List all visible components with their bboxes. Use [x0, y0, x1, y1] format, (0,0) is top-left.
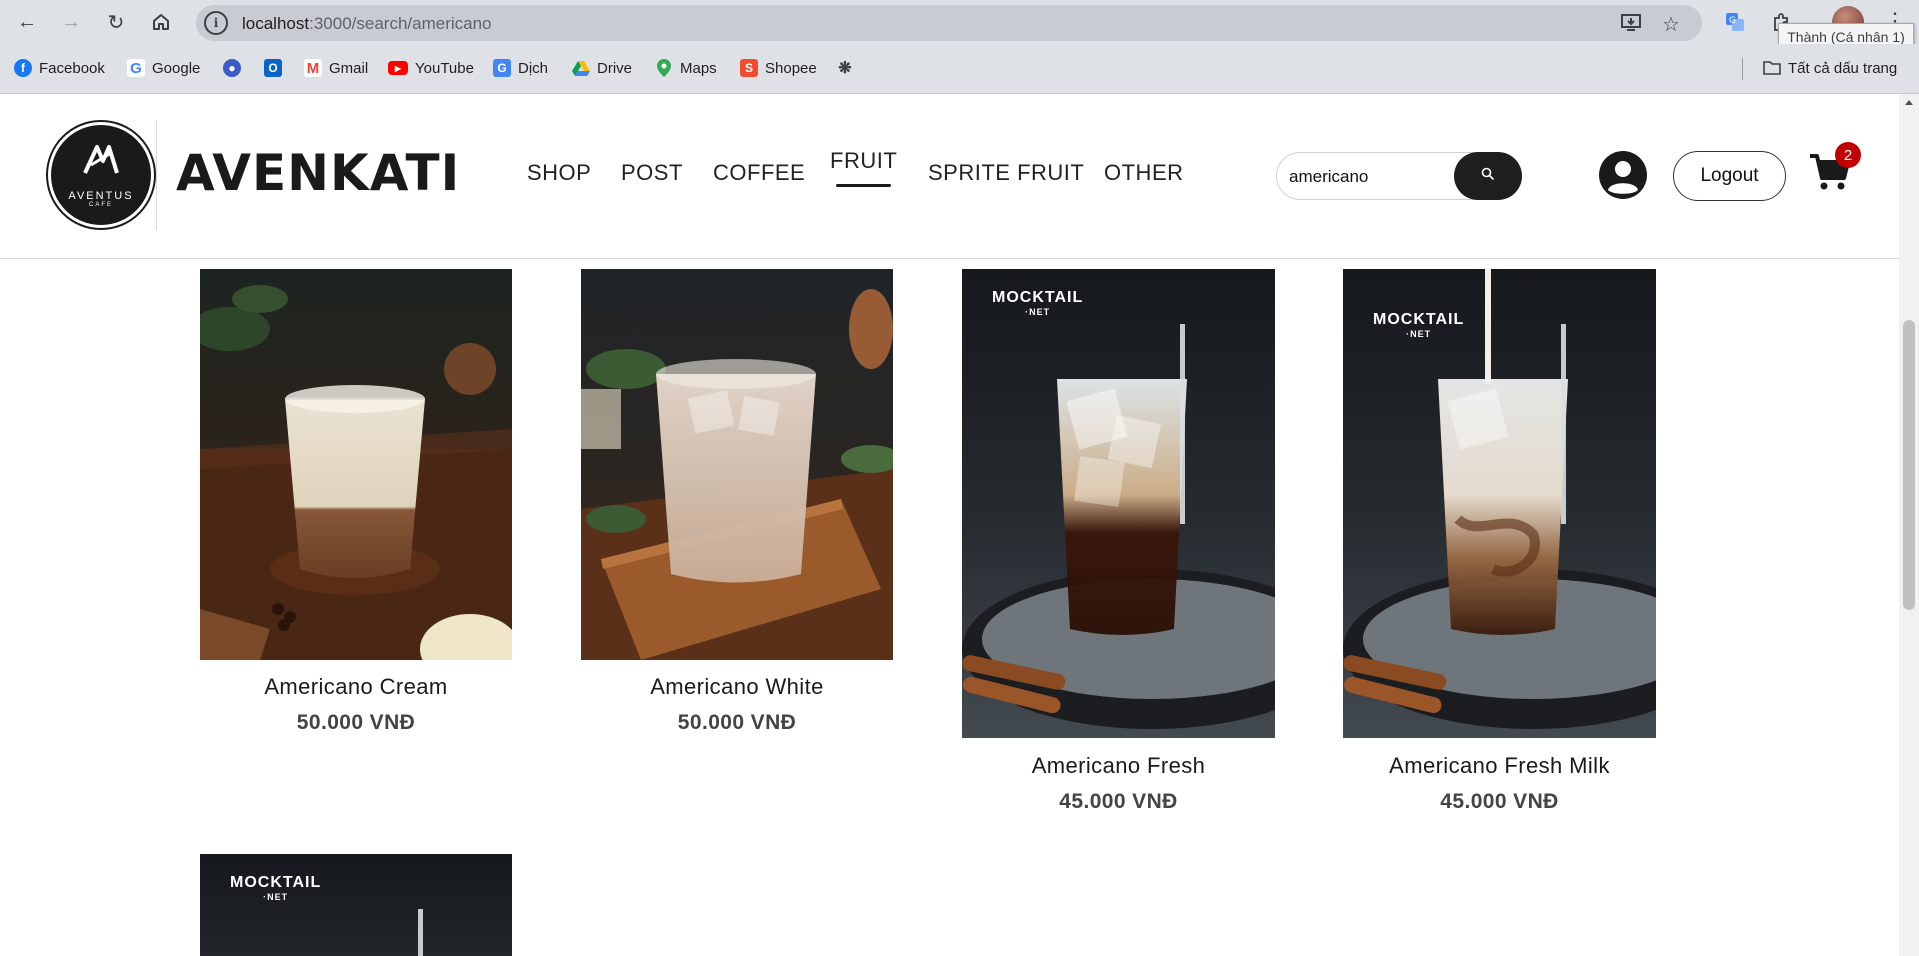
user-account-icon[interactable]: [1598, 150, 1648, 200]
app-icon-1: ●: [223, 59, 241, 77]
logo-subtitle: CAFE: [88, 201, 113, 208]
address-bar[interactable]: i localhost:3000/search/americano ☆: [196, 5, 1702, 41]
scroll-up-icon[interactable]: [1905, 100, 1913, 105]
home-icon[interactable]: [146, 7, 176, 37]
site-logo[interactable]: AVENTUS CAFE: [48, 122, 154, 228]
mocktail-watermark: MOCKTAIL ·NET: [992, 289, 1084, 318]
product-image-americano-fresh[interactable]: MOCKTAIL ·NET: [962, 269, 1275, 738]
product-card[interactable]: Americano White 50.000 VNĐ: [581, 269, 893, 739]
bookmark-gmail[interactable]: M Gmail: [304, 56, 368, 80]
search-box: [1276, 152, 1522, 200]
search-icon: [1481, 167, 1495, 186]
product-price: 45.000 VNĐ: [1059, 790, 1178, 813]
logo-name: AVENTUS: [68, 189, 134, 202]
translate-extension-icon[interactable]: G: [1722, 9, 1748, 35]
product-card[interactable]: MOCKTAIL ·NET Americano Fresh 45.000 VNĐ: [962, 269, 1275, 819]
site-info-icon[interactable]: i: [204, 11, 228, 35]
product-name[interactable]: Americano Fresh Milk: [1343, 753, 1656, 779]
bookmark-maps[interactable]: Maps: [655, 56, 717, 80]
bookmark-openai[interactable]: ❋: [836, 56, 861, 80]
logo-mark-icon: [81, 143, 121, 184]
product-card[interactable]: MOCKTAIL ·NET Americano Fresh Milk 45.000…: [1343, 269, 1656, 819]
openai-icon: ❋: [838, 60, 852, 77]
nav-shop[interactable]: SHOP: [527, 160, 591, 186]
product-card[interactable]: Americano Cream 50.000 VNĐ: [200, 269, 512, 739]
browser-toolbar: ← → ↻ i localhost:3000/search/americano …: [0, 0, 1919, 51]
page-scrollbar[interactable]: [1899, 94, 1919, 956]
cart-count-badge: 2: [1835, 142, 1861, 168]
web-page: AVENTUS CAFE AVENKATI SHOP POST COFFEE F…: [0, 94, 1899, 956]
google-icon: G: [127, 59, 145, 77]
product-card[interactable]: MOCKTAIL ·NET: [200, 854, 512, 956]
bookmark-drive[interactable]: Drive: [572, 56, 632, 80]
bookmark-translate[interactable]: G Dịch: [493, 56, 548, 80]
product-image-americano-white[interactable]: [581, 269, 893, 660]
product-name[interactable]: Americano Cream: [200, 674, 512, 700]
all-bookmarks-folder[interactable]: Tất cả dấu trang: [1763, 56, 1897, 80]
bookmark-google[interactable]: G Google: [127, 56, 200, 80]
nav-sprite-fruit[interactable]: SPRITE FRUIT: [928, 160, 1084, 186]
shopee-icon: S: [740, 59, 758, 77]
nav-fruit[interactable]: FRUIT: [830, 148, 897, 187]
reload-icon[interactable]: ↻: [101, 7, 131, 37]
product-name[interactable]: Americano Fresh: [962, 753, 1275, 779]
bookmark-star-icon[interactable]: ☆: [1662, 12, 1680, 37]
folder-icon: [1763, 59, 1781, 77]
search-button[interactable]: [1454, 152, 1522, 200]
brand-name[interactable]: AVENKATI: [176, 144, 460, 202]
bookmark-shopee[interactable]: S Shopee: [740, 56, 817, 80]
translate-icon: G: [493, 59, 511, 77]
bookmarks-separator: [1742, 58, 1743, 80]
search-input[interactable]: [1289, 165, 1449, 189]
product-name[interactable]: Americano White: [581, 674, 893, 700]
bookmark-facebook[interactable]: f Facebook: [14, 56, 105, 80]
gmail-icon: M: [304, 59, 322, 77]
mocktail-watermark: MOCKTAIL ·NET: [1373, 311, 1465, 340]
drive-icon: [572, 59, 590, 77]
install-app-icon[interactable]: [1620, 12, 1642, 38]
maps-icon: [655, 59, 673, 77]
mocktail-watermark: MOCKTAIL ·NET: [230, 874, 322, 903]
product-image[interactable]: MOCKTAIL ·NET: [200, 854, 512, 956]
scrollbar-thumb[interactable]: [1903, 320, 1915, 610]
outlook-icon: O: [264, 59, 282, 77]
site-header: AVENTUS CAFE AVENKATI SHOP POST COFFEE F…: [0, 94, 1899, 259]
logo-divider: [156, 120, 157, 230]
bookmark-youtube[interactable]: ▶ YouTube: [388, 56, 474, 80]
back-icon[interactable]: ←: [12, 7, 42, 37]
bookmark-app-1[interactable]: ●: [223, 56, 248, 80]
nav-other[interactable]: OTHER: [1104, 160, 1184, 186]
logout-button[interactable]: Logout: [1673, 151, 1786, 201]
bookmark-outlook[interactable]: O: [264, 56, 289, 80]
product-price: 45.000 VNĐ: [1440, 790, 1559, 813]
youtube-icon: ▶: [388, 61, 408, 75]
nav-post[interactable]: POST: [621, 160, 683, 186]
nav-coffee[interactable]: COFFEE: [713, 160, 805, 186]
product-image-americano-cream[interactable]: [200, 269, 512, 660]
url-text[interactable]: localhost:3000/search/americano: [242, 14, 492, 34]
product-price: 50.000 VNĐ: [677, 711, 797, 734]
forward-icon[interactable]: →: [56, 7, 86, 37]
facebook-icon: f: [14, 59, 32, 77]
product-price: 50.000 VNĐ: [296, 711, 416, 734]
product-image-americano-fresh-milk[interactable]: MOCKTAIL ·NET: [1343, 269, 1656, 738]
svg-text:G: G: [1729, 16, 1736, 26]
